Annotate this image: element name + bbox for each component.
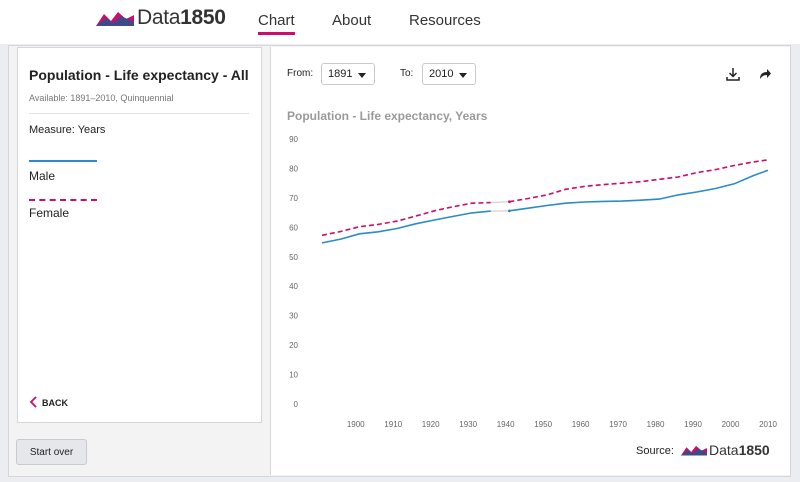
y-tick-label: 70 [289,194,298,203]
chart-title: Population - Life expectancy, Years [287,109,488,123]
source-data1850-logo[interactable]: Data1850 [681,442,770,458]
from-year-select[interactable]: 1891 [321,63,375,85]
y-tick-label: 50 [289,253,298,262]
nav-resources[interactable]: Resources [409,12,481,29]
chevron-left-icon [29,396,37,409]
from-label: From: [287,68,314,79]
female-gap-marker [507,200,511,204]
male-gap-marker [507,209,511,213]
to-year-value: 2010 [429,68,454,80]
dataset-sidebar: Population - Life expectancy - All Avail… [17,47,262,423]
y-tick-label: 90 [289,135,298,144]
male-series-line [321,210,491,244]
y-tick-label: 30 [289,312,298,321]
legend-male-swatch [29,160,97,162]
female-gap-connector [490,201,510,204]
x-tick-label: 1900 [347,420,365,429]
caret-down-icon [358,73,366,78]
life-expectancy-line-chart: 0 10 20 30 40 50 60 70 80 90 1900 1910 1920 1930 1940 1… [289,135,777,429]
x-tick-label: 1960 [572,420,590,429]
x-tick-label: 2000 [722,420,740,429]
y-tick-label: 40 [289,282,298,291]
y-tick-label: 10 [289,371,298,380]
dataset-title: Population - Life expectancy - All [29,67,249,83]
logo-text: Data1850 [137,6,226,29]
female-series-line [321,201,491,237]
logo-mountain-icon [96,12,134,26]
start-over-button[interactable]: Start over [16,439,87,465]
female-series-line [509,159,769,203]
y-tick-label: 20 [289,341,298,350]
male-series-line [509,169,769,212]
dataset-availability: Available: 1891–2010, Quinquennial [29,93,174,103]
nav-chart[interactable]: Chart [258,12,295,35]
caret-down-icon [459,73,467,78]
legend-male-label[interactable]: Male [29,169,55,183]
back-button[interactable]: BACK [29,396,68,409]
x-tick-label: 1930 [459,420,477,429]
legend-female-label[interactable]: Female [29,206,69,220]
to-year-select[interactable]: 2010 [422,63,476,85]
x-tick-label: 1970 [609,420,627,429]
x-tick-label: 1980 [647,420,665,429]
source-label: Source: [636,445,674,457]
y-tick-label: 0 [294,400,299,409]
measure-label: Measure: Years [29,124,106,136]
back-label: BACK [42,397,68,408]
divider [29,113,249,114]
x-tick-label: 1910 [384,420,402,429]
x-tick-label: 1990 [684,420,702,429]
x-tick-label: 1920 [422,420,440,429]
top-navigation-bar: Data1850 Chart About Resources [0,0,800,44]
share-icon[interactable] [757,66,773,82]
to-label: To: [400,68,414,79]
download-icon[interactable] [725,66,741,82]
source-logo-text: Data1850 [709,442,770,458]
x-tick-label: 1940 [497,420,515,429]
logo-mountain-icon [681,445,707,456]
y-tick-label: 80 [289,164,298,173]
y-tick-label: 60 [289,223,298,232]
x-tick-label: 1950 [534,420,552,429]
nav-about[interactable]: About [332,12,371,29]
legend-female-swatch [29,199,97,201]
from-year-value: 1891 [328,68,353,80]
data1850-logo[interactable]: Data1850 [96,6,226,29]
x-tick-label: 2010 [759,420,777,429]
